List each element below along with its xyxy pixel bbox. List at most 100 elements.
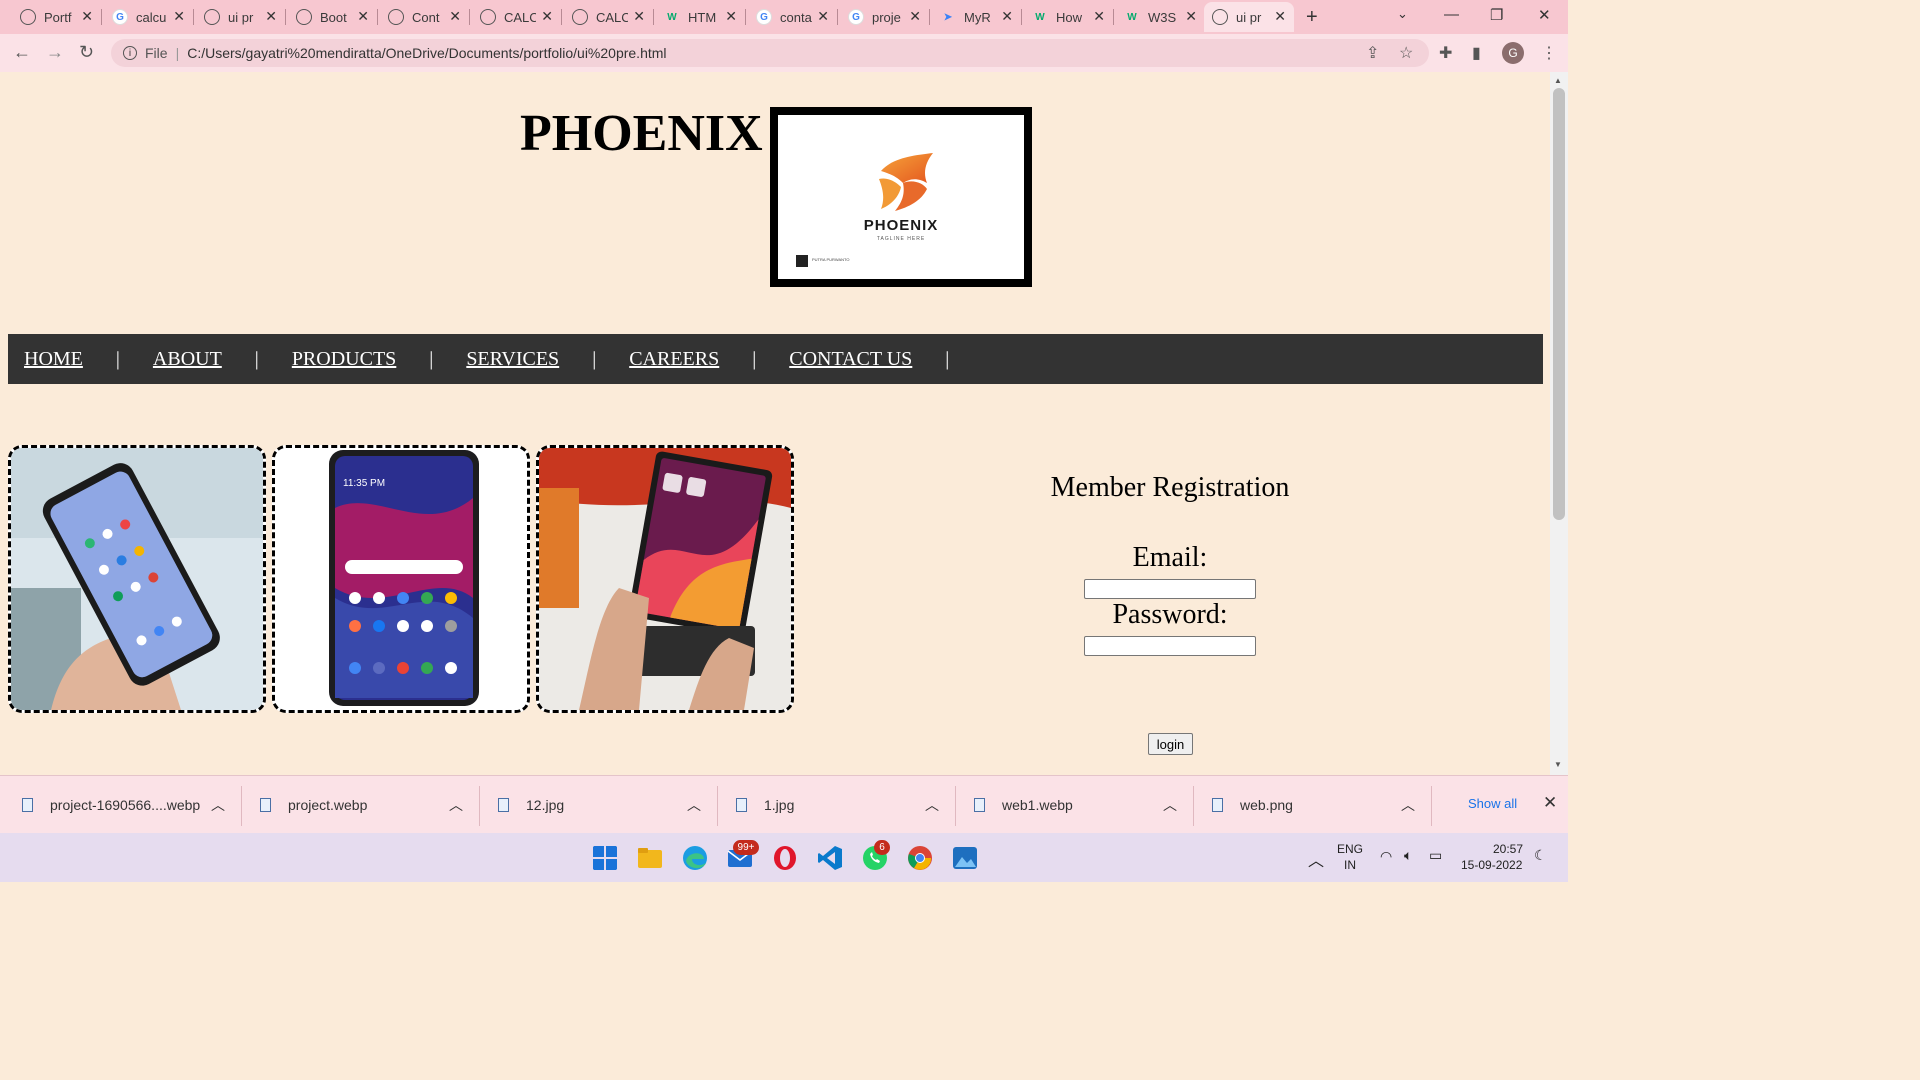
email-field[interactable] xyxy=(1084,579,1256,599)
menu-kebab-icon[interactable]: ⋮ xyxy=(1541,43,1557,63)
close-icon[interactable]: ✕ xyxy=(725,8,737,25)
phone-in-hand-image xyxy=(11,448,263,710)
download-separator xyxy=(955,786,956,826)
nav-products[interactable]: PRODUCTS xyxy=(292,348,396,371)
close-icon[interactable]: ✕ xyxy=(265,8,277,25)
info-icon[interactable]: i xyxy=(123,46,137,60)
window-close-button[interactable]: ✕ xyxy=(1538,6,1551,24)
windows-start-icon[interactable] xyxy=(592,845,618,871)
chevron-up-icon[interactable]: ︿ xyxy=(1163,795,1177,815)
share-icon[interactable]: ⇪ xyxy=(1366,43,1379,63)
close-icon[interactable]: ✕ xyxy=(357,8,369,25)
chevron-up-icon[interactable]: ︿ xyxy=(1401,795,1415,815)
file-explorer-icon[interactable] xyxy=(637,845,663,871)
browser-tab[interactable]: Portf ✕ xyxy=(12,2,101,32)
download-item[interactable]: project-1690566....webp xyxy=(22,776,200,834)
browser-tab[interactable]: Cont ✕ xyxy=(380,2,469,32)
close-icon[interactable]: ✕ xyxy=(541,8,553,25)
browser-tab[interactable]: Boot ✕ xyxy=(288,2,377,32)
tab-separator xyxy=(285,9,286,25)
browser-tab[interactable]: G calcu ✕ xyxy=(104,2,193,32)
download-filename: project-1690566....webp xyxy=(50,797,201,813)
wifi-icon[interactable]: ◠ xyxy=(1380,848,1392,865)
close-icon[interactable]: ✕ xyxy=(1001,8,1013,25)
close-icon[interactable]: ✕ xyxy=(449,8,461,25)
url-text[interactable]: C:/Users/gayatri%20mendiratta/OneDrive/D… xyxy=(187,45,666,61)
chevron-up-icon[interactable]: ︿ xyxy=(449,795,463,815)
nav-home[interactable]: HOME xyxy=(24,348,83,371)
file-icon xyxy=(1212,798,1223,812)
tab-separator xyxy=(469,9,470,25)
minimize-button[interactable]: — xyxy=(1444,6,1459,23)
forward-button[interactable]: → xyxy=(46,42,64,63)
scroll-up-icon[interactable]: ▲ xyxy=(1554,76,1562,85)
show-all-button[interactable]: Show all xyxy=(1468,796,1517,811)
browser-tab-active[interactable]: ui pr ✕ xyxy=(1204,2,1294,32)
back-button[interactable]: ← xyxy=(13,42,31,63)
battery-icon[interactable]: ▭ xyxy=(1429,847,1442,864)
tab-separator xyxy=(837,9,838,25)
chevron-up-icon[interactable]: ︿ xyxy=(211,795,225,815)
tablet-image xyxy=(539,448,791,710)
nav-careers[interactable]: CAREERS xyxy=(629,348,719,371)
download-item[interactable]: web1.webp xyxy=(974,776,1073,834)
profile-avatar[interactable]: G xyxy=(1502,42,1524,64)
restore-button[interactable]: ❐ xyxy=(1490,6,1503,24)
volume-icon[interactable]: 🔈︎ xyxy=(1404,847,1412,864)
close-downloads-icon[interactable]: ✕ xyxy=(1543,793,1557,813)
scrollbar-thumb[interactable] xyxy=(1553,88,1565,520)
show-hidden-icons[interactable]: ︿ xyxy=(1308,847,1324,871)
region-indicator[interactable]: IN xyxy=(1344,858,1356,872)
browser-tab[interactable]: G conta ✕ xyxy=(748,2,837,32)
browser-tab[interactable]: W How ✕ xyxy=(1024,2,1113,32)
side-panel-icon[interactable]: ▮ xyxy=(1472,43,1481,63)
address-bar[interactable]: i File | C:/Users/gayatri%20mendiratta/O… xyxy=(111,39,1429,67)
photos-icon[interactable] xyxy=(952,845,978,871)
clock-date[interactable]: 15-09-2022 xyxy=(1461,858,1522,872)
close-icon[interactable]: ✕ xyxy=(173,8,185,25)
download-item[interactable]: project.webp xyxy=(260,776,367,834)
page-scrollbar[interactable]: ▲ ▼ xyxy=(1550,72,1568,775)
login-button[interactable]: login xyxy=(1148,733,1193,755)
edge-browser-icon[interactable] xyxy=(682,845,708,871)
close-icon[interactable]: ✕ xyxy=(817,8,829,25)
password-field[interactable] xyxy=(1084,636,1256,656)
nav-about[interactable]: ABOUT xyxy=(153,348,222,371)
new-tab-button[interactable]: + xyxy=(1306,6,1318,29)
browser-tab[interactable]: CALC ✕ xyxy=(472,2,561,32)
browser-tab[interactable]: CALC ✕ xyxy=(564,2,653,32)
nav-contact-us[interactable]: CONTACT US xyxy=(789,348,912,371)
bookmark-star-icon[interactable]: ☆ xyxy=(1399,43,1413,63)
reload-button[interactable]: ↻ xyxy=(79,42,94,63)
close-icon[interactable]: ✕ xyxy=(1093,8,1105,25)
close-icon[interactable]: ✕ xyxy=(909,8,921,25)
notifications-icon[interactable]: ☾ xyxy=(1534,847,1547,864)
clock-time[interactable]: 20:57 xyxy=(1493,842,1523,856)
download-separator xyxy=(1193,786,1194,826)
tab-strip: Portf ✕ G calcu ✕ ui pr ✕ Boot ✕ Cont ✕ … xyxy=(0,0,1568,34)
download-item[interactable]: web.png xyxy=(1212,776,1293,834)
opera-icon[interactable] xyxy=(772,845,798,871)
close-icon[interactable]: ✕ xyxy=(81,8,93,25)
browser-tab[interactable]: W HTM ✕ xyxy=(656,2,745,32)
product-photo-tablet xyxy=(536,445,794,713)
close-icon[interactable]: ✕ xyxy=(633,8,645,25)
tab-search-chevron-icon[interactable]: ⌄ xyxy=(1397,6,1408,22)
vscode-icon[interactable] xyxy=(817,845,843,871)
browser-tab[interactable]: ui pr ✕ xyxy=(196,2,285,32)
close-icon[interactable]: ✕ xyxy=(1274,8,1286,25)
extensions-icon[interactable]: ✚ xyxy=(1439,43,1452,63)
browser-tab[interactable]: ➤ MyR ✕ xyxy=(932,2,1021,32)
download-item[interactable]: 1.jpg xyxy=(736,776,794,834)
browser-tab[interactable]: W W3S ✕ xyxy=(1116,2,1205,32)
language-indicator[interactable]: ENG xyxy=(1337,842,1363,856)
tab-title: Cont xyxy=(412,9,440,25)
chevron-up-icon[interactable]: ︿ xyxy=(925,795,939,815)
nav-services[interactable]: SERVICES xyxy=(466,348,559,371)
close-icon[interactable]: ✕ xyxy=(1185,8,1197,25)
chrome-icon[interactable] xyxy=(907,845,933,871)
scroll-down-icon[interactable]: ▼ xyxy=(1554,760,1562,769)
browser-tab[interactable]: G proje ✕ xyxy=(840,2,929,32)
chevron-up-icon[interactable]: ︿ xyxy=(687,795,701,815)
download-item[interactable]: 12.jpg xyxy=(498,776,564,834)
